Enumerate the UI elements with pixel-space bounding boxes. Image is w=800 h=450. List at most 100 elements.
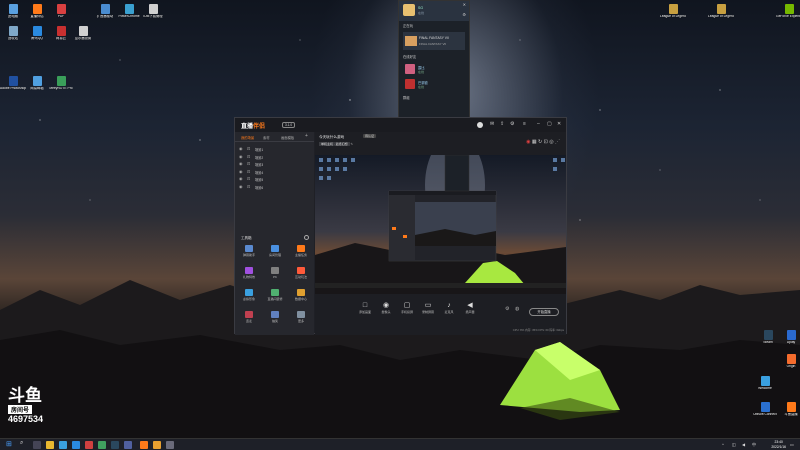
- tool-button[interactable]: 直播间装修: [265, 289, 285, 301]
- desktop-icon[interactable]: IDM下载管理: [140, 4, 166, 19]
- tool-button[interactable]: 礼物特效: [239, 267, 259, 279]
- start-live-button[interactable]: 开始直播: [529, 308, 559, 316]
- eye-icon[interactable]: ◉: [239, 169, 243, 174]
- tab-materials[interactable]: 素材: [263, 135, 270, 140]
- control-button[interactable]: ▢ 手机投屏: [397, 302, 417, 314]
- scene-item[interactable]: ◉ ⊡ 场景3: [235, 160, 314, 168]
- mail-icon[interactable]: ✉: [490, 121, 494, 127]
- eye-icon[interactable]: ◉: [239, 146, 243, 151]
- streaming-app-taskbar-icon[interactable]: [140, 441, 148, 449]
- tool-button[interactable]: 虚拟形象: [239, 289, 259, 301]
- file-explorer-icon[interactable]: [46, 441, 54, 449]
- lock-icon[interactable]: ⊡: [247, 161, 250, 166]
- app-icon[interactable]: [166, 441, 174, 449]
- scene-item[interactable]: ◉ ⊡ 场景1: [235, 145, 314, 153]
- settings-icon[interactable]: ⚙: [510, 121, 514, 127]
- desktop-icon[interactable]: 回收站: [0, 26, 26, 41]
- scene-item[interactable]: ◉ ⊡ 场景5: [235, 175, 314, 183]
- tool-button[interactable]: 房间管理: [265, 245, 285, 257]
- refresh-icon[interactable]: ↻: [538, 139, 542, 145]
- netease-music-icon[interactable]: [85, 441, 93, 449]
- stream-category[interactable]: 单机主机 · 最终幻想 ✎: [319, 142, 353, 146]
- eye-icon[interactable]: ◉: [239, 154, 243, 159]
- desktop-icon[interactable]: League of Legends: [660, 4, 686, 19]
- record-icon[interactable]: ◉: [526, 139, 530, 145]
- edge-browser-icon[interactable]: [59, 441, 67, 449]
- desktop-icon[interactable]: PowerChrome: [116, 4, 142, 19]
- volume-icon[interactable]: ◀: [742, 442, 745, 447]
- desktop-icon[interactable]: Adobe Photoshop: [0, 76, 26, 91]
- desktop-icon[interactable]: MeeyNOTE Pro: [48, 76, 74, 91]
- network-icon[interactable]: ◫: [732, 442, 736, 447]
- close-icon[interactable]: ✕: [463, 2, 466, 7]
- ff7-taskbar-icon[interactable]: [153, 441, 161, 449]
- scene-item[interactable]: ◉ ⊡ 场景2: [235, 153, 314, 161]
- desktop-icon[interactable]: Origin: [778, 354, 800, 369]
- desktop-icon[interactable]: Uplay: [778, 330, 800, 345]
- tool-button[interactable]: 数据中心: [291, 289, 311, 301]
- control-button[interactable]: ◀ 扬声器: [460, 302, 480, 314]
- taskbar-clock[interactable]: 23:40 2022/1/16: [771, 440, 786, 449]
- desktop-icon[interactable]: 扩音器驱动: [92, 4, 118, 19]
- task-view-icon[interactable]: [33, 441, 41, 449]
- app-titlebar[interactable]: 直播伴侣 3.1.0 ✉ ⇪ ⚙ ≡ – ▢ ✕: [235, 118, 566, 132]
- tray-chevron-icon[interactable]: ^: [722, 442, 724, 447]
- stream-preview[interactable]: [315, 155, 566, 294]
- share-icon[interactable]: ⇪: [500, 121, 504, 127]
- steam-icon[interactable]: [111, 441, 119, 449]
- control-button[interactable]: ♪ 麦克风: [439, 302, 459, 314]
- now-playing-game[interactable]: FINAL FANTASY VII FINAL FANTASY VII: [403, 32, 465, 50]
- lock-icon[interactable]: ⊡: [247, 169, 250, 174]
- desktop-icon[interactable]: Ubisoft Connect: [752, 402, 778, 417]
- gear-icon[interactable]: ⚙: [462, 12, 466, 17]
- eye-icon[interactable]: ◉: [239, 161, 243, 166]
- lock-icon[interactable]: ⊡: [247, 154, 250, 159]
- scene-item[interactable]: ◉ ⊡ 场景6: [235, 183, 314, 191]
- add-scene-icon[interactable]: +: [305, 133, 308, 139]
- friend-row[interactable]: 露比 在线: [403, 63, 465, 76]
- notification-icon[interactable]: ▭: [790, 442, 794, 447]
- tab-templates[interactable]: 画面模板: [281, 135, 294, 140]
- grid-icon[interactable]: ▦: [532, 139, 537, 145]
- toolbox-settings-icon[interactable]: [304, 235, 309, 240]
- desktop-icon[interactable]: 此电脑: [0, 4, 26, 19]
- desktop-icon[interactable]: Welcome: [752, 376, 778, 391]
- desktop-icon[interactable]: 斗鱼直播: [778, 402, 800, 417]
- lock-icon[interactable]: ⊡: [247, 146, 250, 151]
- minimize-icon[interactable]: –: [537, 121, 540, 127]
- desktop-icon[interactable]: 直播伴侣: [24, 4, 50, 19]
- tool-button[interactable]: 更多: [291, 311, 311, 323]
- lock-icon[interactable]: ⊡: [544, 139, 548, 145]
- steam-avatar[interactable]: [403, 4, 415, 16]
- steam-friends-panel[interactable]: SG 在线 ✕ ⚙ 正在玩 FINAL FANTASY VII FINAL FA…: [398, 0, 470, 122]
- control-button[interactable]: ◉ 摄像头: [376, 302, 396, 314]
- search-icon[interactable]: ⌕: [20, 440, 28, 448]
- close-icon[interactable]: ✕: [557, 121, 561, 127]
- stream-title[interactable]: 今天玩什么游戏: [319, 135, 344, 140]
- tool-button[interactable]: PK: [265, 267, 285, 279]
- desktop-icon[interactable]: League of Legends: [708, 4, 734, 19]
- desktop-icon[interactable]: PDF: [48, 4, 74, 19]
- lock-icon[interactable]: ⊡: [247, 176, 250, 181]
- share-icon[interactable]: ⋰: [555, 139, 560, 145]
- windows-start-icon[interactable]: ⊞: [6, 440, 14, 448]
- settings-icon[interactable]: ⚙: [505, 306, 509, 312]
- menu-icon[interactable]: ≡: [523, 121, 526, 127]
- eye-icon[interactable]: ◉: [239, 184, 243, 189]
- desktop-icon[interactable]: GeForce Experience: [776, 4, 800, 19]
- tool-button[interactable]: 互动玩法: [291, 267, 311, 279]
- tool-button[interactable]: 连麦: [239, 311, 259, 323]
- lock-icon[interactable]: ⊡: [247, 184, 250, 189]
- camera-icon[interactable]: ◎: [549, 139, 553, 145]
- qq-icon[interactable]: [72, 441, 80, 449]
- gamepad-icon[interactable]: ◍: [515, 306, 519, 312]
- desktop-icon[interactable]: 显示器设置: [70, 26, 96, 41]
- user-avatar[interactable]: [477, 122, 483, 128]
- scene-item[interactable]: ◉ ⊡ 场景4: [235, 168, 314, 176]
- desktop-icon[interactable]: 网易邮箱: [24, 76, 50, 91]
- desktop-icon[interactable]: 腾讯QQ: [24, 26, 50, 41]
- tool-button[interactable]: 主播任务: [291, 245, 311, 257]
- ime-icon[interactable]: 中: [752, 442, 756, 448]
- app-icon[interactable]: [124, 441, 132, 449]
- streaming-app-window[interactable]: 直播伴侣 3.1.0 ✉ ⇪ ⚙ ≡ – ▢ ✕ 我的场景 素材 画面模板 + …: [234, 117, 567, 335]
